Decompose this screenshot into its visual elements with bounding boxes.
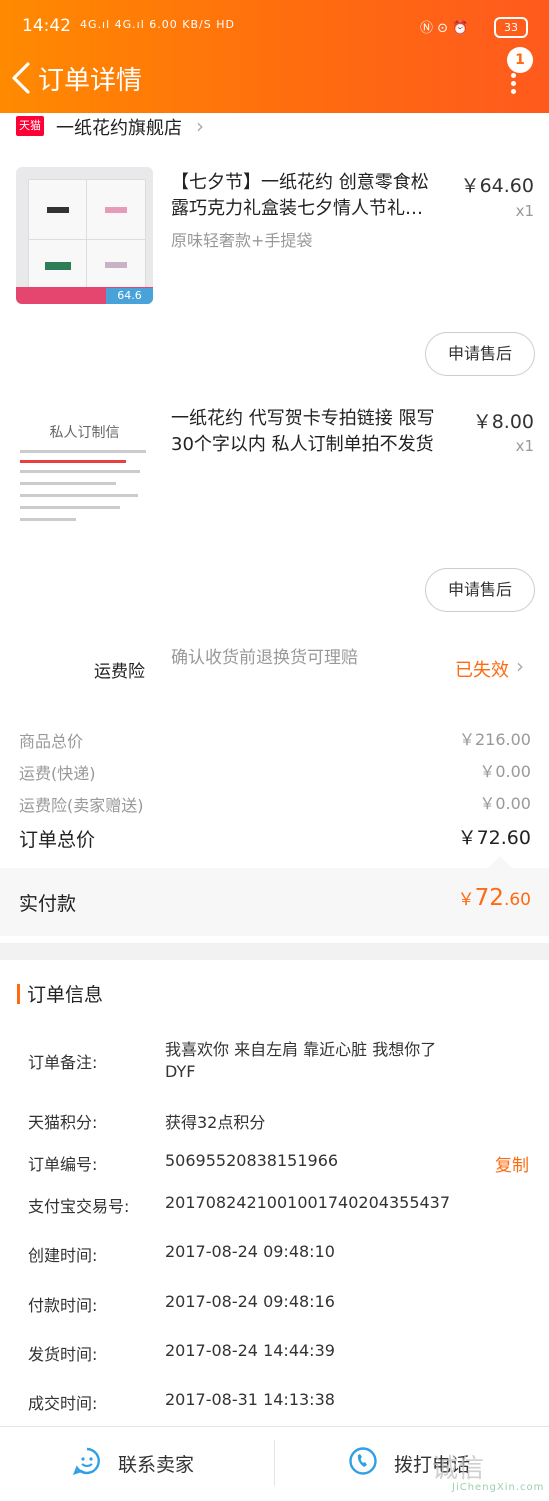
freight-insurance-status[interactable]: 已失效 bbox=[455, 656, 509, 682]
info-label: 订单编号: bbox=[28, 1155, 98, 1174]
insurance-label: 运费险(卖家赠送) bbox=[19, 796, 144, 815]
chevron-right-icon[interactable]: › bbox=[516, 654, 524, 678]
info-value: 2017-08-24 09:48:10 bbox=[165, 1242, 335, 1261]
item-title[interactable]: 【七夕节】一纸花约 创意零食松露巧克力礼盒装七夕情人节礼… bbox=[171, 170, 443, 222]
info-value: 2017-08-24 09:48:16 bbox=[165, 1292, 335, 1311]
item-qty: x1 bbox=[515, 202, 534, 220]
info-value: 2017-08-31 14:13:38 bbox=[165, 1390, 335, 1409]
shop-name[interactable]: 一纸花约旗舰店 bbox=[56, 114, 182, 140]
product-image[interactable]: 私人订制信 bbox=[16, 402, 153, 539]
shipping-label: 运费(快递) bbox=[19, 764, 96, 783]
order-info-title: 订单信息 bbox=[27, 984, 104, 1006]
info-value: 2017-08-24 14:44:39 bbox=[165, 1341, 335, 1360]
chevron-left-icon bbox=[12, 62, 30, 94]
shipping-value: ￥0.00 bbox=[479, 762, 531, 781]
contact-seller-button[interactable]: 联系卖家 bbox=[118, 1450, 194, 1477]
info-label: 创建时间: bbox=[28, 1246, 98, 1265]
freight-insurance-desc: 确认收货前退换货可理赔 bbox=[171, 648, 358, 668]
info-label: 成交时间: bbox=[28, 1394, 98, 1413]
after-sale-button[interactable]: 申请售后 bbox=[425, 568, 535, 612]
item-spec: 原味轻奢款+手提袋 bbox=[171, 231, 313, 250]
divider bbox=[274, 1440, 275, 1486]
phone-icon[interactable] bbox=[348, 1446, 378, 1476]
info-label: 天猫积分: bbox=[28, 1113, 98, 1132]
goods-total-value: ￥216.00 bbox=[459, 730, 531, 749]
notification-badge: 1 bbox=[507, 47, 533, 73]
info-value: 我喜欢你 来自左肩 靠近心脏 我想你了 DYF bbox=[165, 1040, 437, 1081]
thumb-price: 64.6 bbox=[106, 288, 153, 304]
battery-icon: 33 bbox=[494, 17, 528, 38]
section-accent bbox=[17, 984, 20, 1004]
paid-amount: ￥72.60 bbox=[457, 885, 531, 911]
info-label: 发货时间: bbox=[28, 1345, 98, 1364]
tmall-logo: 天猫 bbox=[16, 116, 44, 136]
insurance-value: ￥0.00 bbox=[479, 794, 531, 813]
after-sale-button[interactable]: 申请售后 bbox=[425, 332, 535, 376]
info-label: 订单备注: bbox=[28, 1053, 98, 1072]
chevron-right-icon[interactable]: › bbox=[196, 114, 204, 138]
network-status: 4G.ıl 4G.ıl 6.00 KB/S HD bbox=[80, 18, 235, 31]
alipay-trade-number: 2017082421001001740204355437 bbox=[165, 1193, 451, 1212]
item-price: ￥8.00 bbox=[472, 411, 534, 433]
order-total-label: 订单总价 bbox=[19, 829, 96, 851]
watermark-url: JiChengXin.com bbox=[452, 1482, 545, 1493]
watermark: 诚信 bbox=[432, 1454, 485, 1484]
chat-icon[interactable] bbox=[72, 1446, 102, 1476]
info-value: 获得32点积分 bbox=[165, 1113, 266, 1132]
info-label: 付款时间: bbox=[28, 1296, 98, 1315]
item-title[interactable]: 一纸花约 代写贺卡专拍链接 限写30个字以内 私人订制单拍不发货 bbox=[171, 406, 456, 462]
status-icons: Ⓝ ⊙ ⏰ bbox=[420, 21, 469, 36]
product-image[interactable]: 64.6 bbox=[16, 167, 153, 304]
page-title: 订单详情 bbox=[38, 66, 143, 96]
info-label: 支付宝交易号: bbox=[28, 1197, 130, 1216]
item-qty: x1 bbox=[515, 437, 534, 455]
thumb-title: 私人订制信 bbox=[49, 425, 120, 441]
status-time: 14:42 bbox=[22, 16, 71, 36]
back-button[interactable] bbox=[8, 58, 38, 98]
freight-insurance-label: 运费险 bbox=[94, 662, 145, 682]
more-menu-button[interactable] bbox=[508, 73, 518, 94]
item-price: ￥64.60 bbox=[460, 175, 534, 197]
paid-label: 实付款 bbox=[19, 893, 77, 915]
goods-total-label: 商品总价 bbox=[19, 732, 84, 751]
order-number: 50695520838151966 bbox=[165, 1151, 339, 1170]
caret-up-icon bbox=[488, 856, 512, 868]
order-total-value: ￥72.60 bbox=[457, 827, 531, 849]
copy-button[interactable]: 复制 bbox=[495, 1151, 529, 1176]
